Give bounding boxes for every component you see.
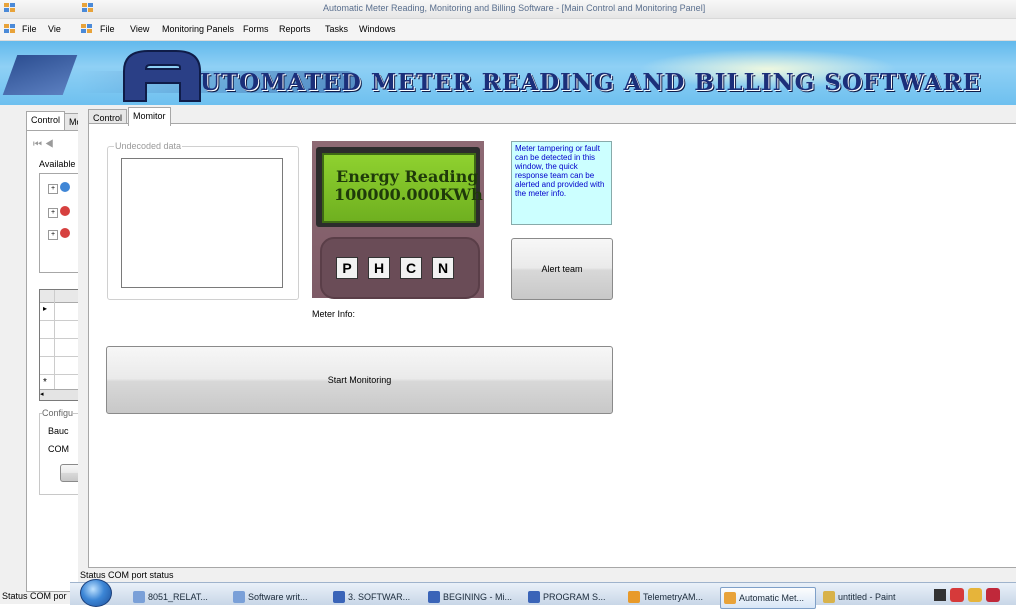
taskbar-item-label: Automatic Met... [739, 593, 805, 603]
taskbar-item-label: Software writ... [248, 592, 308, 602]
key-h: H [368, 257, 390, 279]
taskbar-item[interactable]: BEGINING - Mi... [425, 587, 520, 607]
error-globe-icon [60, 228, 70, 238]
taskbar-item[interactable]: PROGRAM S... [525, 587, 615, 607]
taskbar-item[interactable]: TelemetryAM... [625, 587, 715, 607]
key-c: C [400, 257, 422, 279]
taskbar-app-icon [724, 592, 736, 604]
background-banner [0, 41, 90, 105]
taskbar-item[interactable]: untitled - Paint [820, 587, 910, 607]
menubar: File View Monitoring Panels Forms Report… [78, 19, 1016, 41]
taskbar-app-icon [528, 591, 540, 603]
undecoded-data-textbox[interactable] [121, 158, 283, 288]
meter-info-label: Meter Info: [312, 309, 356, 319]
config-group-label: Configu [42, 408, 74, 418]
lcd-line-1: Energy Reading [336, 167, 479, 186]
menu-app-icon[interactable] [4, 24, 16, 35]
titlebar: Automatic Meter Reading, Monitoring and … [78, 0, 1016, 19]
tab-monitor[interactable]: Momitor [128, 107, 171, 126]
app-icon [4, 3, 16, 14]
taskbar-app-icon [233, 591, 245, 603]
taskbar-app-icon [133, 591, 145, 603]
com-label: COM [48, 444, 69, 454]
lcd-line-2: 100000.000KWh [334, 185, 483, 204]
menu-file[interactable]: File [22, 24, 37, 34]
error-globe-icon [60, 206, 70, 216]
tree-node-connected-icon[interactable]: + [48, 184, 58, 194]
info-box: Meter tampering or fault can be detected… [511, 141, 612, 225]
available-label: Available [39, 159, 76, 169]
key-p: P [336, 257, 358, 279]
network-tray-icon[interactable] [934, 589, 946, 601]
app-icon [82, 3, 94, 14]
lcd-frame: Energy Reading 100000.000KWh [316, 147, 483, 227]
key-n: N [432, 257, 454, 279]
taskbar-item-label: 8051_RELAT... [148, 592, 208, 602]
undecoded-data-group: Undecoded data [107, 141, 299, 300]
taskbar-item[interactable]: Software writ... [230, 587, 324, 607]
start-monitoring-button[interactable]: Start Monitoring [106, 346, 613, 414]
menu-forms[interactable]: Forms [243, 24, 269, 34]
meter-keypad: P H C N [320, 237, 480, 299]
menu-file[interactable]: File [100, 24, 115, 34]
tree-node-expand-icon[interactable]: + [48, 230, 58, 240]
status-bar-outer: Status COM por [2, 591, 67, 601]
start-orb-icon[interactable] [80, 579, 112, 607]
taskbar-item[interactable]: 8051_RELAT... [130, 587, 224, 607]
menu-view[interactable]: View [130, 24, 149, 34]
taskbar-app-icon [628, 591, 640, 603]
taskbar-item[interactable]: Automatic Met... [720, 587, 816, 609]
alert-team-button[interactable]: Alert team [511, 238, 613, 300]
nav-toolbar: ⏮ ◀ [33, 139, 54, 150]
grid-new-row-marker: * [43, 377, 47, 388]
menu-tasks[interactable]: Tasks [325, 24, 348, 34]
taskbar: 8051_RELAT... Software writ... 3. SOFTWAR.… [70, 579, 1016, 609]
window-title: Automatic Meter Reading, Monitoring and … [323, 3, 706, 13]
taskbar-app-icon [823, 591, 835, 603]
taskbar-item-label: untitled - Paint [838, 592, 896, 602]
globe-icon [60, 182, 70, 192]
taskbar-item-label: PROGRAM S... [543, 592, 606, 602]
menu-windows[interactable]: Windows [359, 24, 396, 34]
antivirus-tray-icon[interactable] [950, 588, 964, 602]
meter-display-image: Energy Reading 100000.000KWh P H C N [312, 141, 484, 299]
grid-current-row-marker: ▸ [43, 304, 48, 313]
main-window: Automatic Meter Reading, Monitoring and … [78, 0, 1016, 582]
taskbar-item-label: BEGINING - Mi... [443, 592, 513, 602]
taskbar-item[interactable]: 3. SOFTWAR... [330, 587, 420, 607]
undecoded-data-label: Undecoded data [114, 141, 183, 151]
menu-app-icon[interactable] [81, 24, 93, 35]
header-banner: UTOMATED METER READING AND BILLING SOFTW… [78, 41, 1016, 105]
menu-monitoring-panels[interactable]: Monitoring Panels [162, 24, 234, 34]
tree-node-expand-icon[interactable]: + [48, 208, 58, 218]
menu-view[interactable]: Vie [48, 24, 61, 34]
tab-control-back[interactable]: Control [26, 111, 66, 130]
tray-icons [930, 587, 1016, 603]
baud-label: Bauc [48, 426, 69, 436]
logo-a-icon [123, 50, 201, 102]
taskbar-app-icon [428, 591, 440, 603]
menu-reports[interactable]: Reports [279, 24, 311, 34]
update-tray-icon[interactable] [986, 588, 1000, 602]
taskbar-item-label: 3. SOFTWAR... [348, 592, 411, 602]
lcd-screen: Energy Reading 100000.000KWh [322, 153, 483, 223]
taskbar-item-label: TelemetryAM... [643, 592, 704, 602]
taskbar-app-icon [333, 591, 345, 603]
security-tray-icon[interactable] [968, 588, 982, 602]
monitor-panel: Undecoded data Energy Reading 100000.000… [88, 123, 1016, 568]
banner-title: UTOMATED METER READING AND BILLING SOFTW… [200, 69, 982, 96]
